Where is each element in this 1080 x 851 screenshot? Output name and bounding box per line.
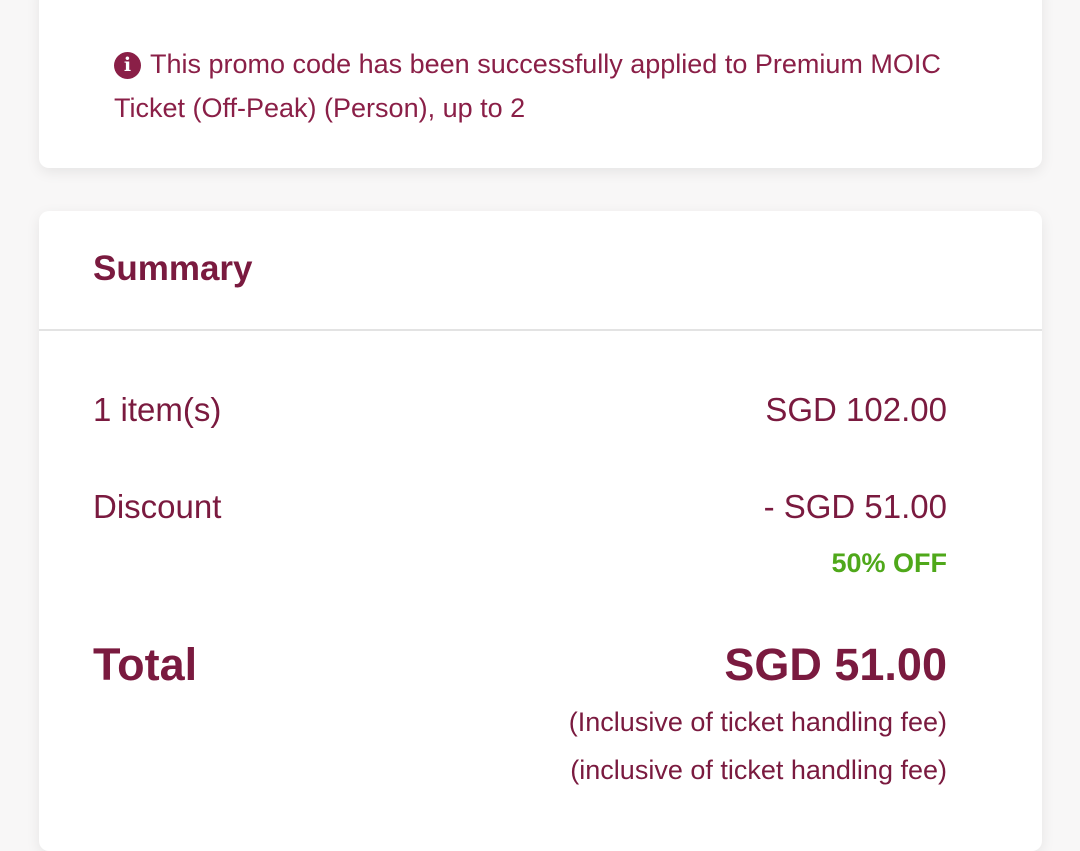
summary-card: Summary 1 item(s) SGD 102.00 Discount - … <box>39 211 1042 851</box>
discount-value: - SGD 51.00 <box>763 488 947 525</box>
total-value: SGD 51.00 <box>724 639 947 690</box>
summary-title: Summary <box>93 249 253 288</box>
info-icon: i <box>114 52 141 79</box>
promo-message-text: This promo code has been successfully ap… <box>114 49 941 123</box>
discount-percent-badge: 50% OFF <box>831 548 947 578</box>
promo-card: i This promo code has been successfully a… <box>39 0 1042 168</box>
discount-label: Discount <box>93 488 222 525</box>
total-label: Total <box>93 639 198 690</box>
handling-fee-note-secondary: (inclusive of ticket handling fee) <box>570 755 947 785</box>
items-count-label: 1 item(s) <box>93 391 222 428</box>
items-subtotal-value: SGD 102.00 <box>765 391 947 428</box>
handling-fee-note: (Inclusive of ticket handling fee) <box>568 707 947 737</box>
promo-success-message: i This promo code has been successfully a… <box>114 42 964 130</box>
summary-header: Summary <box>39 211 1042 331</box>
